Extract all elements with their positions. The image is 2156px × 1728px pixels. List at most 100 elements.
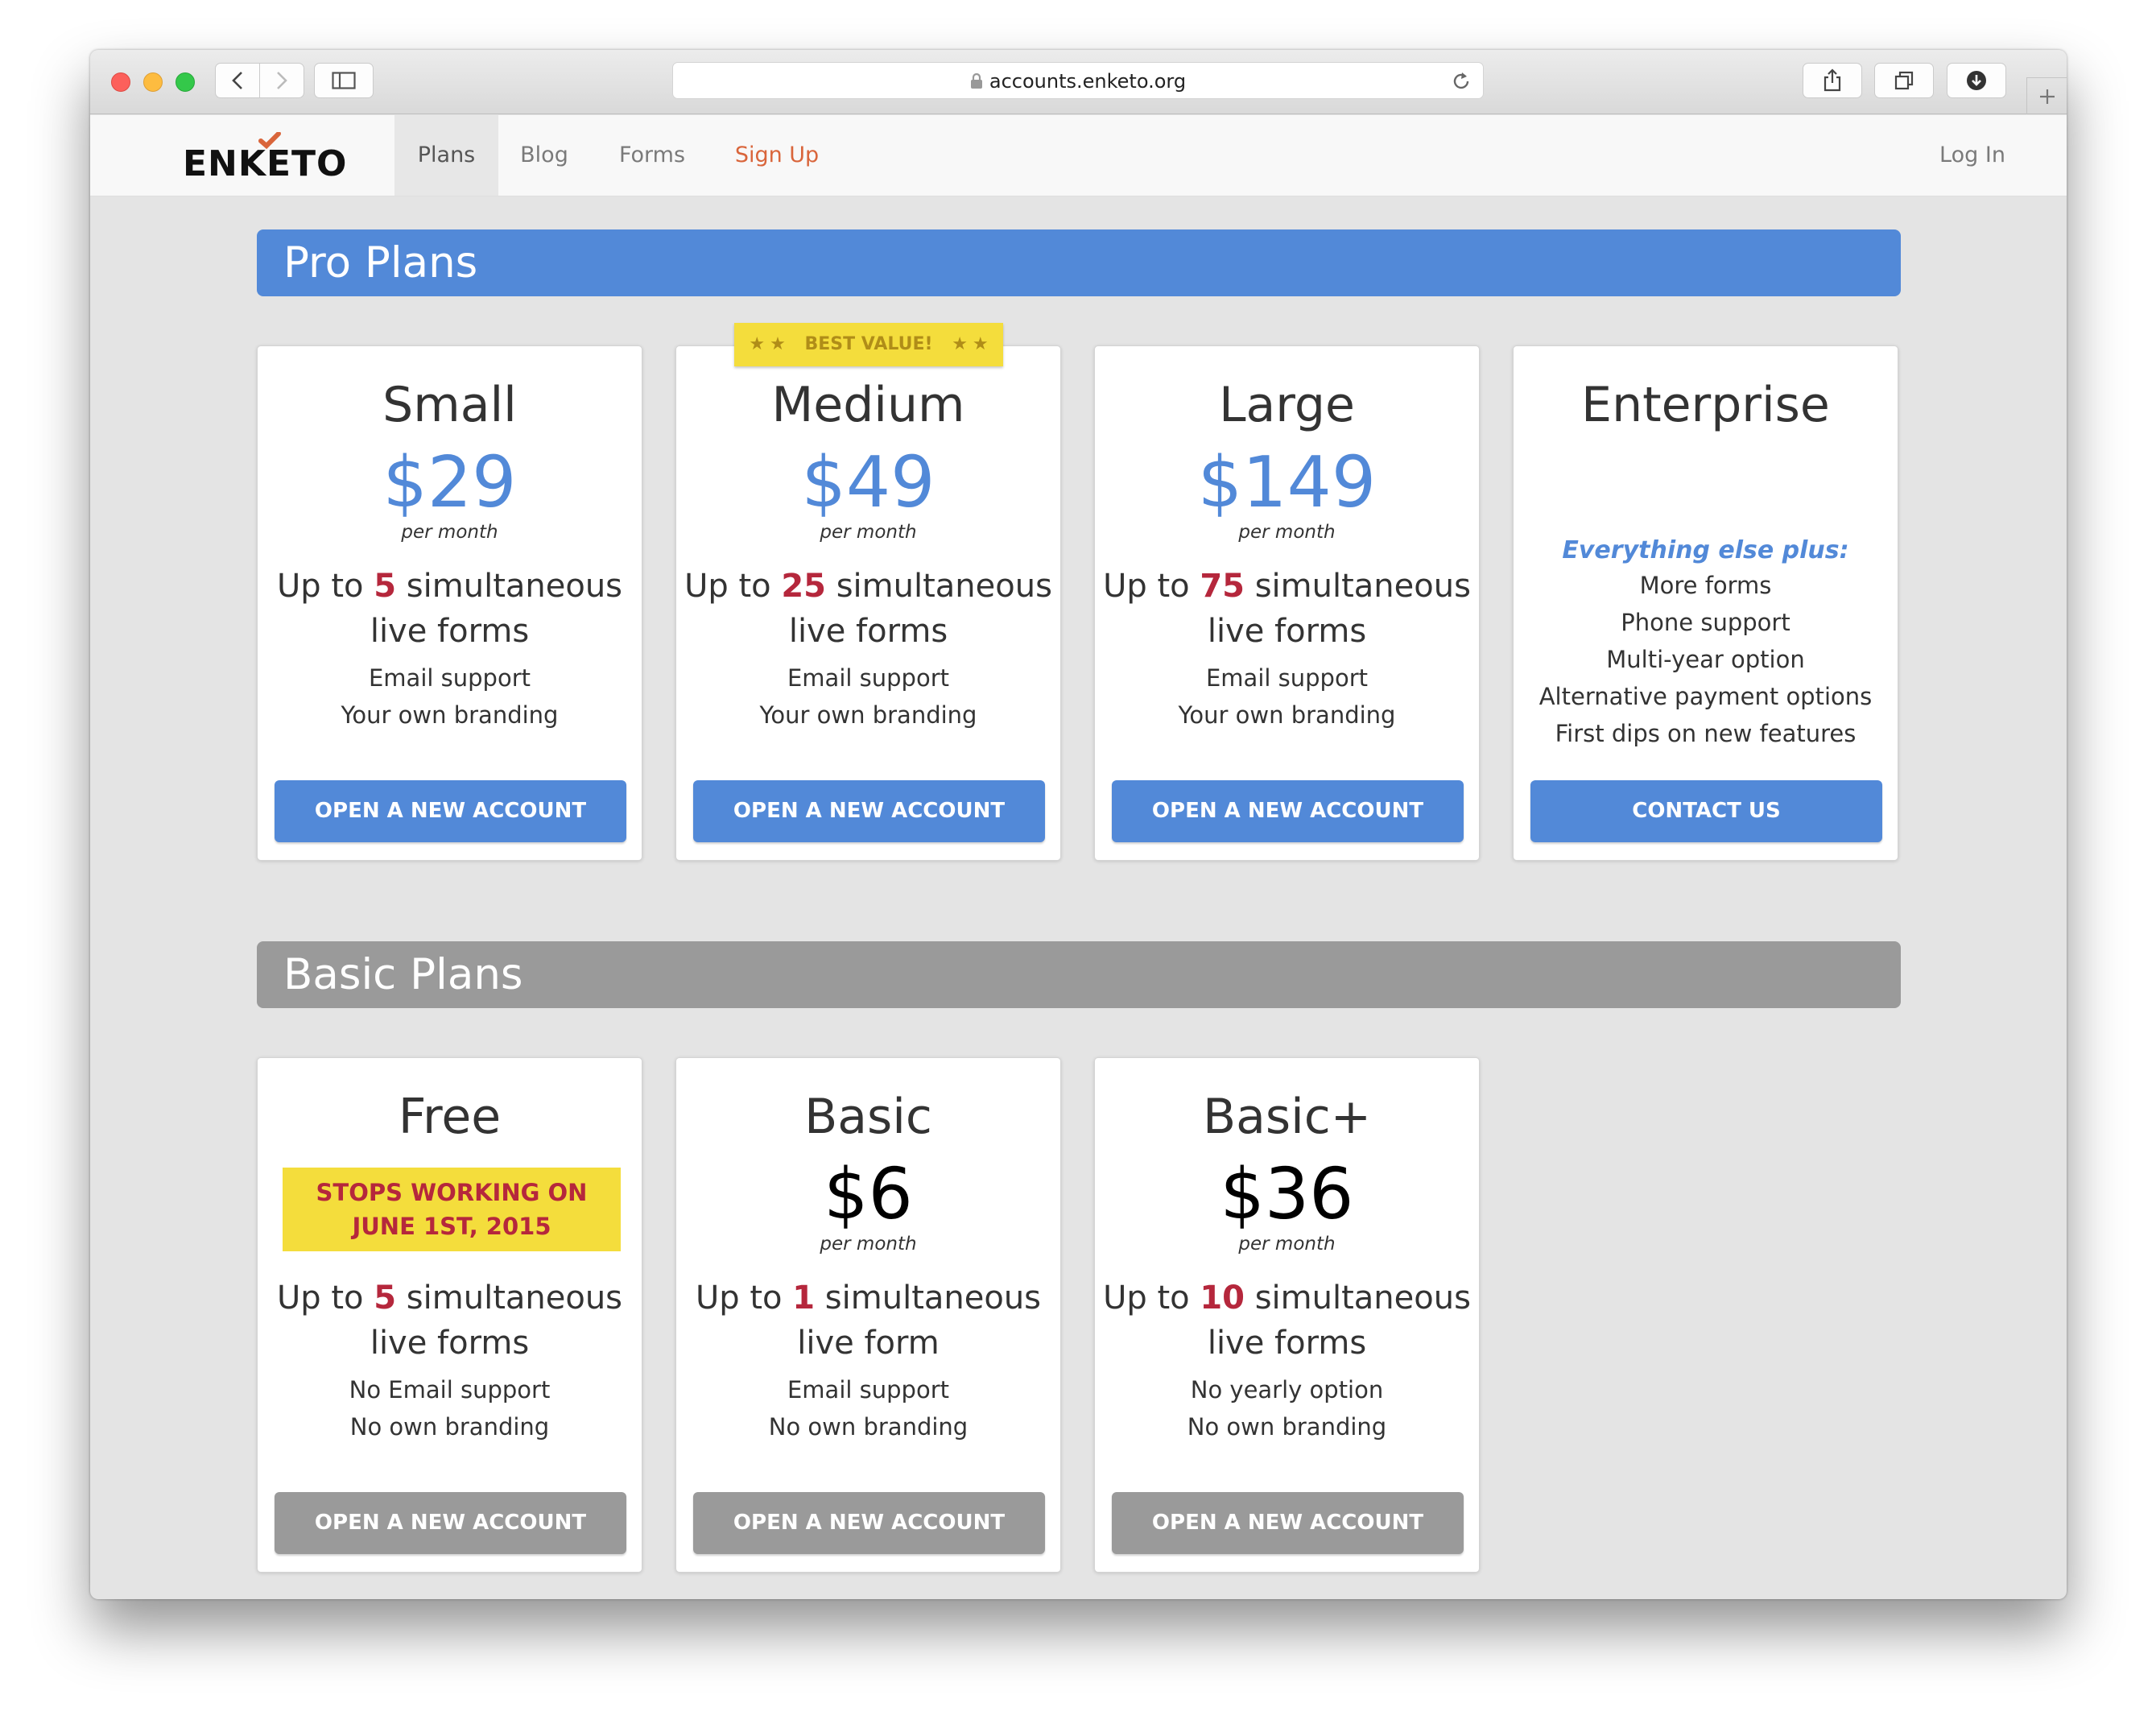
plan-features: More forms Phone support Multi-year opti… xyxy=(1514,567,1898,752)
capacity-prefix: Up to xyxy=(1103,568,1200,605)
open-account-button-free[interactable]: OPEN A NEW ACCOUNT xyxy=(275,1492,626,1554)
capacity-unit: live forms xyxy=(1207,613,1367,650)
star-icon: ★ xyxy=(952,334,968,354)
site-navbar: ENKETO Plans Blog Forms Sign Up Log In xyxy=(90,115,2067,196)
star-icon: ★ xyxy=(749,334,766,354)
browser-window: accounts.enketo.org ENKETO Plans Blog Fo… xyxy=(90,50,2067,1599)
forward-button[interactable] xyxy=(259,63,304,98)
downloads-button[interactable] xyxy=(1947,63,2006,98)
chevron-right-icon xyxy=(277,72,287,89)
capacity-unit: live form xyxy=(797,1325,940,1362)
plan-capacity: Up to 25 simultaneous live forms xyxy=(676,564,1060,654)
plan-price: $36 xyxy=(1220,1153,1354,1235)
plan-card-large: Large $149 per month Up to 75 simultaneo… xyxy=(1094,345,1480,861)
capacity-suffix: simultaneous xyxy=(396,1279,623,1317)
plan-features: No yearly option No own branding xyxy=(1095,1371,1479,1445)
feature-item: Email support xyxy=(368,664,531,692)
plan-name: Basic+ xyxy=(1202,1089,1372,1145)
minimize-window-button[interactable] xyxy=(143,72,163,92)
capacity-prefix: Up to xyxy=(1103,1279,1200,1317)
nav-sign-up[interactable]: Sign Up xyxy=(725,115,828,196)
plan-card-free: Free STOPS WORKING ON JUNE 1ST, 2015 Up … xyxy=(257,1057,642,1573)
feature-item: Multi-year option xyxy=(1606,646,1805,673)
open-account-button-large[interactable]: OPEN A NEW ACCOUNT xyxy=(1112,780,1464,842)
zoom-window-button[interactable] xyxy=(176,72,195,92)
open-account-button-medium[interactable]: OPEN A NEW ACCOUNT xyxy=(693,780,1045,842)
capacity-suffix: simultaneous xyxy=(1245,1279,1471,1317)
enketo-logo[interactable]: ENKETO xyxy=(183,132,346,184)
plan-capacity: Up to 5 simultaneous live forms xyxy=(258,564,642,654)
capacity-unit: live forms xyxy=(370,1325,530,1362)
plan-card-medium: Medium $49 per month Up to 25 simultaneo… xyxy=(675,345,1061,861)
expiry-notice: STOPS WORKING ON JUNE 1ST, 2015 xyxy=(283,1168,621,1251)
feature-item: Your own branding xyxy=(341,701,559,729)
contact-us-button[interactable]: CONTACT US xyxy=(1530,780,1882,842)
price-period: per month xyxy=(1238,522,1336,543)
back-button[interactable] xyxy=(215,63,260,98)
share-button[interactable] xyxy=(1803,63,1862,98)
capacity-unit: live forms xyxy=(1207,1325,1367,1362)
capacity-prefix: Up to xyxy=(276,1279,374,1317)
plan-capacity: Up to 75 simultaneous live forms xyxy=(1095,564,1479,654)
plan-capacity: Up to 1 simultaneous live form xyxy=(676,1275,1060,1366)
pro-plans-header: Pro Plans xyxy=(257,229,1901,296)
download-icon xyxy=(1967,71,1986,90)
capacity-number: 25 xyxy=(781,568,826,605)
open-account-button-basic-plus[interactable]: OPEN A NEW ACCOUNT xyxy=(1112,1492,1464,1554)
capacity-number: 10 xyxy=(1200,1279,1245,1317)
feature-item: No own branding xyxy=(1187,1413,1387,1441)
sidebar-button[interactable] xyxy=(314,63,374,98)
plan-features: Email support Your own branding xyxy=(676,659,1060,734)
plan-card-basic: Basic $6 per month Up to 1 simultaneous l… xyxy=(675,1057,1061,1573)
feature-item: Email support xyxy=(787,664,950,692)
plan-capacity: Up to 5 simultaneous live forms xyxy=(258,1275,642,1366)
capacity-prefix: Up to xyxy=(276,568,374,605)
feature-item: Alternative payment options xyxy=(1539,683,1873,710)
plan-name: Basic xyxy=(804,1089,932,1145)
plan-price: $29 xyxy=(382,441,517,523)
open-account-button-basic[interactable]: OPEN A NEW ACCOUNT xyxy=(693,1492,1045,1554)
logo-text: ENKETO xyxy=(183,143,348,184)
price-period: per month xyxy=(820,1234,917,1255)
price-period: per month xyxy=(401,522,498,543)
plan-features: Email support No own branding xyxy=(676,1371,1060,1445)
capacity-suffix: simultaneous xyxy=(826,568,1052,605)
plan-price: $49 xyxy=(801,441,936,523)
feature-item: No own branding xyxy=(768,1413,969,1441)
star-icon: ★ xyxy=(972,334,989,354)
plan-name: Medium xyxy=(771,377,965,433)
url-label: accounts.enketo.org xyxy=(989,70,1187,93)
ribbon-text: BEST VALUE! xyxy=(804,334,933,354)
reload-icon[interactable] xyxy=(1451,70,1472,93)
tabs-icon xyxy=(1894,71,1914,90)
plan-features: Email support Your own branding xyxy=(258,659,642,734)
address-bar[interactable]: accounts.enketo.org xyxy=(672,62,1484,99)
plus-icon xyxy=(2039,89,2055,104)
nav-forms[interactable]: Forms xyxy=(608,115,696,196)
sidebar-icon xyxy=(332,72,356,89)
plan-price: $149 xyxy=(1197,441,1377,523)
capacity-suffix: simultaneous xyxy=(396,568,623,605)
plan-card-small: Small $29 per month Up to 5 simultaneous… xyxy=(257,345,642,861)
capacity-prefix: Up to xyxy=(684,568,782,605)
capacity-number: 1 xyxy=(792,1279,816,1317)
basic-plans-header: Basic Plans xyxy=(257,941,1901,1008)
nav-blog[interactable]: Blog xyxy=(504,115,584,196)
enterprise-subtitle: Everything else plus: xyxy=(1562,536,1849,564)
capacity-prefix: Up to xyxy=(695,1279,793,1317)
plan-price: $6 xyxy=(824,1153,913,1235)
nav-log-in[interactable]: Log In xyxy=(1928,115,2017,196)
plan-name: Enterprise xyxy=(1581,377,1830,433)
open-account-button-small[interactable]: OPEN A NEW ACCOUNT xyxy=(275,780,626,842)
chevron-left-icon xyxy=(232,72,242,89)
plan-card-enterprise: Enterprise Everything else plus: More fo… xyxy=(1513,345,1898,861)
close-window-button[interactable] xyxy=(111,72,130,92)
tabs-overview-button[interactable] xyxy=(1874,63,1934,98)
best-value-ribbon: ★ ★ BEST VALUE! ★ ★ xyxy=(734,323,1003,366)
price-period: per month xyxy=(1238,1234,1336,1255)
price-period: per month xyxy=(820,522,917,543)
feature-item: No own branding xyxy=(349,1413,550,1441)
feature-item: Email support xyxy=(1205,664,1369,692)
nav-plans[interactable]: Plans xyxy=(394,115,498,196)
new-tab-button[interactable] xyxy=(2026,77,2067,114)
